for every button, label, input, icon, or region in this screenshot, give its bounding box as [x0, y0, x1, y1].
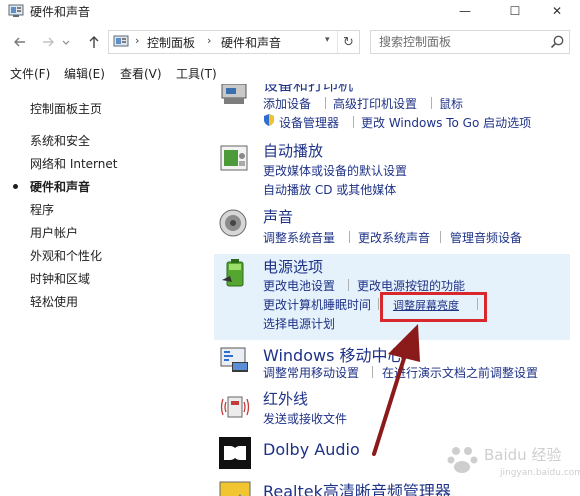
- speaker-icon: [219, 209, 247, 237]
- divider: [348, 279, 349, 291]
- menu-tools[interactable]: 工具(T): [176, 65, 217, 82]
- watermark-url: jingyan.baidu.com: [500, 468, 580, 478]
- link-manage-audio[interactable]: 管理音频设备: [450, 229, 522, 246]
- link-battery-settings[interactable]: 更改电池设置: [263, 277, 335, 294]
- close-button[interactable]: ✕: [534, 0, 580, 22]
- shield-icon: [264, 114, 274, 126]
- arrow-left-icon: [14, 37, 25, 47]
- breadcrumb-control-panel[interactable]: 控制面板: [147, 34, 195, 51]
- link-power-plan[interactable]: 选择电源计划: [263, 315, 335, 332]
- category-infrared-title[interactable]: 红外线: [263, 388, 308, 409]
- divider: [349, 231, 350, 243]
- link-advanced-printer[interactable]: 高级打印机设置: [333, 95, 417, 112]
- link-mobility-settings[interactable]: 调整常用移动设置: [263, 364, 359, 381]
- dolby-icon: [219, 437, 251, 469]
- current-indicator: [13, 184, 18, 189]
- control-panel-icon: [113, 35, 129, 47]
- sidebar-home[interactable]: 控制面板主页: [30, 100, 102, 117]
- recent-dropdown[interactable]: [60, 32, 72, 52]
- link-device-manager[interactable]: 设备管理器: [279, 114, 339, 131]
- menu-view[interactable]: 查看(V): [120, 65, 162, 82]
- category-sound-title[interactable]: 声音: [263, 206, 293, 227]
- link-windows-to-go[interactable]: 更改 Windows To Go 启动选项: [361, 114, 531, 131]
- watermark-text: Baidu 经验: [484, 446, 562, 464]
- address-bar[interactable]: › 控制面板 › 硬件和声音 ▾ ↻: [108, 30, 360, 54]
- minimize-button[interactable]: —: [442, 0, 488, 22]
- link-autoplay-defaults[interactable]: 更改媒体或设备的默认设置: [263, 162, 407, 179]
- link-add-device[interactable]: 添加设备: [263, 95, 311, 112]
- link-mouse[interactable]: 鼠标: [439, 95, 463, 112]
- chevron-right-icon: ›: [135, 34, 140, 47]
- arrow-up-icon: [89, 36, 99, 48]
- baidu-paw-icon: [447, 447, 478, 473]
- maximize-button[interactable]: ☐: [492, 0, 538, 22]
- sidebar-item-system-security[interactable]: 系统和安全: [30, 132, 90, 149]
- link-change-sounds[interactable]: 更改系统声音: [358, 229, 430, 246]
- arrow-right-icon: [43, 37, 54, 47]
- battery-icon: [222, 259, 244, 287]
- infrared-icon: [220, 396, 250, 418]
- search-icon[interactable]: [549, 34, 565, 50]
- watermark: Baidu 经验 jingyan.baidu.com: [440, 438, 580, 488]
- divider: [353, 116, 354, 128]
- link-send-receive-files[interactable]: 发送或接收文件: [263, 410, 347, 427]
- realtek-icon: [219, 481, 251, 496]
- search-input[interactable]: [371, 31, 547, 53]
- sidebar-item-ease-of-access[interactable]: 轻松使用: [30, 293, 78, 310]
- sidebar-item-appearance[interactable]: 外观和个性化: [30, 247, 102, 264]
- chevron-right-icon: ›: [207, 34, 212, 47]
- autoplay-icon: [220, 145, 248, 171]
- menu-edit[interactable]: 编辑(E): [64, 65, 105, 82]
- link-adjust-volume[interactable]: 调整系统音量: [263, 229, 335, 246]
- sidebar-item-user-accounts[interactable]: 用户帐户: [30, 224, 78, 241]
- divider: [431, 97, 432, 109]
- breadcrumb-hardware-sound[interactable]: 硬件和声音: [221, 34, 281, 51]
- sidebar: 控制面板主页 系统和安全 网络和 Internet 硬件和声音 程序 用户帐户 …: [0, 84, 212, 496]
- category-dolby-title[interactable]: Dolby Audio: [263, 440, 360, 459]
- back-button[interactable]: [10, 32, 30, 52]
- printer-icon: [221, 84, 247, 104]
- divider: [378, 298, 379, 310]
- sidebar-item-clock-region[interactable]: 时钟和区域: [30, 270, 90, 287]
- control-panel-icon: [8, 4, 24, 17]
- up-button[interactable]: [84, 32, 104, 52]
- mobility-center-icon: [220, 347, 248, 372]
- chevron-down-icon[interactable]: ▾: [325, 35, 337, 49]
- category-realtek-title[interactable]: Realtek高清晰音频管理器: [263, 478, 451, 496]
- search-box[interactable]: [370, 30, 570, 54]
- window-title: 硬件和声音: [30, 5, 91, 19]
- category-devices-title[interactable]: 设备和打印机: [263, 84, 353, 95]
- sidebar-item-hardware-sound[interactable]: 硬件和声音: [30, 178, 90, 195]
- link-autoplay-cd[interactable]: 自动播放 CD 或其他媒体: [263, 181, 396, 198]
- sidebar-item-network[interactable]: 网络和 Internet: [30, 155, 117, 172]
- chevron-down-icon: [62, 40, 70, 45]
- category-autoplay-title[interactable]: 自动播放: [263, 140, 323, 161]
- divider: [325, 97, 326, 109]
- forward-button[interactable]: [38, 32, 58, 52]
- address-row: › 控制面板 › 硬件和声音 ▾ ↻: [0, 28, 580, 56]
- sidebar-item-programs[interactable]: 程序: [30, 201, 54, 218]
- menu-file[interactable]: 文件(F): [10, 65, 50, 82]
- refresh-icon[interactable]: ↻: [337, 31, 359, 53]
- category-power-title[interactable]: 电源选项: [263, 256, 323, 277]
- menu-bar: 文件(F) 编辑(E) 查看(V) 工具(T): [0, 62, 580, 84]
- title-bar: 硬件和声音 — ☐ ✕: [0, 0, 580, 22]
- link-sleep-time[interactable]: 更改计算机睡眠时间: [263, 296, 371, 313]
- annotation-arrow: [372, 324, 420, 456]
- divider: [440, 231, 441, 243]
